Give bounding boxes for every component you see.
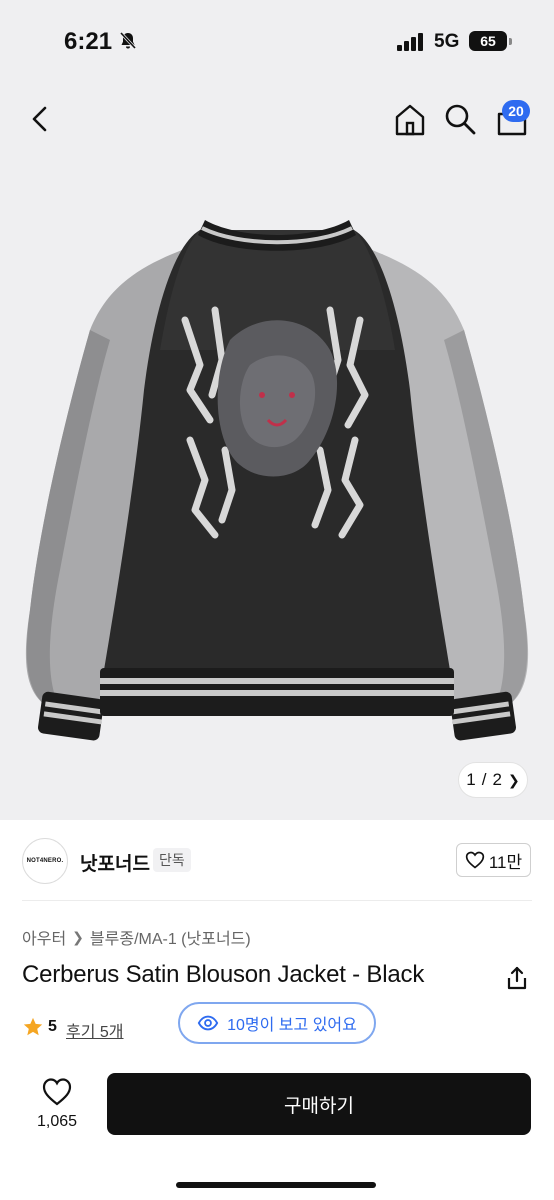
- brand-logo-text: NOT4NERO.: [26, 858, 64, 864]
- viewers-indicator: 10명이 보고 있어요: [178, 1002, 376, 1044]
- buy-button[interactable]: 구매하기: [107, 1073, 531, 1135]
- battery-indicator: 65: [469, 31, 512, 51]
- brand-like-button[interactable]: 11만: [456, 843, 531, 877]
- signal-icon: [397, 33, 423, 51]
- breadcrumb-item-outer[interactable]: 아우터: [22, 925, 66, 949]
- chevron-right-icon: ❯: [72, 928, 84, 945]
- chevron-right-icon: ❯: [507, 771, 520, 788]
- divider: [22, 900, 532, 901]
- wishlist-count: 1,065: [36, 1113, 78, 1130]
- breadcrumb: 아우터 ❯ 블루종/MA-1 (낫포너드): [22, 925, 251, 949]
- search-button[interactable]: [443, 102, 477, 136]
- status-bar: 6:21 5G 65: [0, 0, 554, 84]
- heart-icon: [465, 851, 485, 869]
- home-indicator: [176, 1182, 376, 1188]
- product-image[interactable]: [0, 190, 554, 800]
- image-counter-current: 1: [466, 770, 476, 789]
- home-button[interactable]: [392, 102, 428, 138]
- status-time: 6:21: [64, 28, 113, 55]
- wishlist-button[interactable]: 1,065: [28, 1076, 86, 1136]
- network-label: 5G: [434, 31, 460, 52]
- heart-icon: [42, 1078, 72, 1106]
- brand-exclusive-tag: 단독: [153, 848, 191, 872]
- back-button[interactable]: [24, 102, 58, 136]
- brand-name[interactable]: 낫포너드: [80, 849, 150, 876]
- brand-logo[interactable]: NOT4NERO.: [22, 838, 68, 884]
- product-title: Cerberus Satin Blouson Jacket - Black: [22, 961, 425, 988]
- eye-icon: [197, 1015, 219, 1031]
- share-icon[interactable]: [504, 965, 530, 991]
- star-icon: [23, 1017, 43, 1036]
- viewers-text: 10명이 보고 있어요: [227, 1017, 357, 1034]
- image-counter-total: 2: [492, 770, 502, 789]
- image-counter[interactable]: 1 / 2 ❯: [458, 762, 528, 798]
- cart-count-badge: 20: [502, 100, 530, 122]
- bell-muted-icon: [119, 31, 137, 50]
- breadcrumb-item-category[interactable]: 블루종/MA-1 (낫포너드): [90, 925, 251, 949]
- rating-value: 5: [48, 1018, 57, 1035]
- review-link[interactable]: 후기 5개: [66, 1018, 124, 1042]
- image-counter-separator: /: [481, 770, 487, 789]
- brand-like-count: 11만: [488, 852, 523, 872]
